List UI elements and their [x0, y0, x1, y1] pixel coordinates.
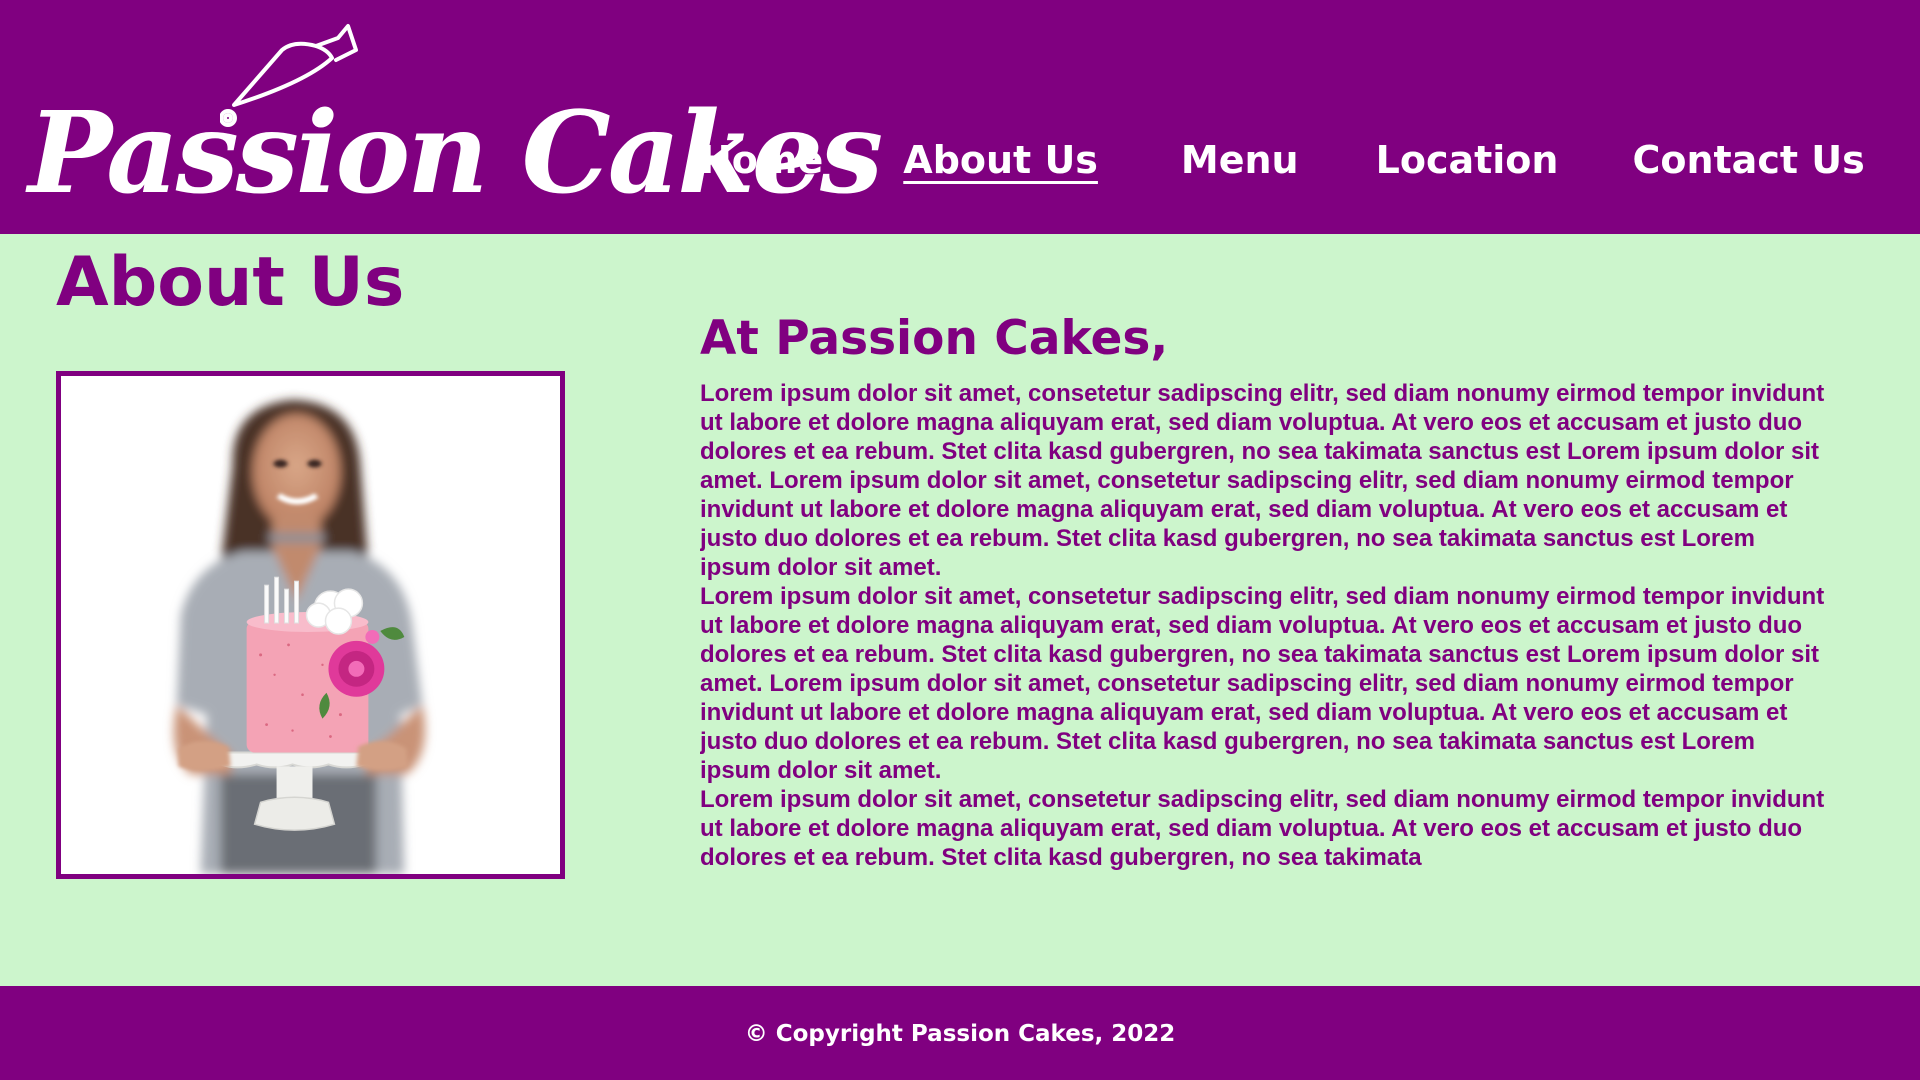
- baker-with-cake-photo: [61, 376, 560, 874]
- site-footer: © Copyright Passion Cakes, 2022: [0, 986, 1920, 1080]
- about-photo: [56, 371, 565, 879]
- main-nav: Home About Us Menu Location Contact Us: [700, 138, 1865, 182]
- nav-item-home[interactable]: Home: [700, 138, 823, 182]
- nav-item-menu[interactable]: Menu: [1181, 138, 1299, 182]
- brand-logo[interactable]: Passion Cakes: [24, 20, 883, 220]
- copyright-text: © Copyright Passion Cakes, 2022: [744, 1021, 1176, 1047]
- site-header: Passion Cakes Home About Us Menu Locatio…: [0, 0, 1920, 234]
- about-text: Lorem ipsum dolor sit amet, consetetur s…: [700, 379, 1830, 874]
- about-paragraph: Lorem ipsum dolor sit amet, consetetur s…: [700, 380, 1825, 581]
- nav-item-location[interactable]: Location: [1376, 138, 1559, 182]
- about-paragraph: Lorem ipsum dolor sit amet, consetetur s…: [700, 583, 1825, 784]
- page-title: About Us: [56, 243, 405, 322]
- intro-heading: At Passion Cakes,: [700, 311, 1169, 366]
- nav-item-about-us[interactable]: About Us: [903, 138, 1098, 182]
- about-paragraph: Lorem ipsum dolor sit amet, consetetur s…: [700, 786, 1825, 871]
- nav-item-contact-us[interactable]: Contact Us: [1632, 138, 1864, 182]
